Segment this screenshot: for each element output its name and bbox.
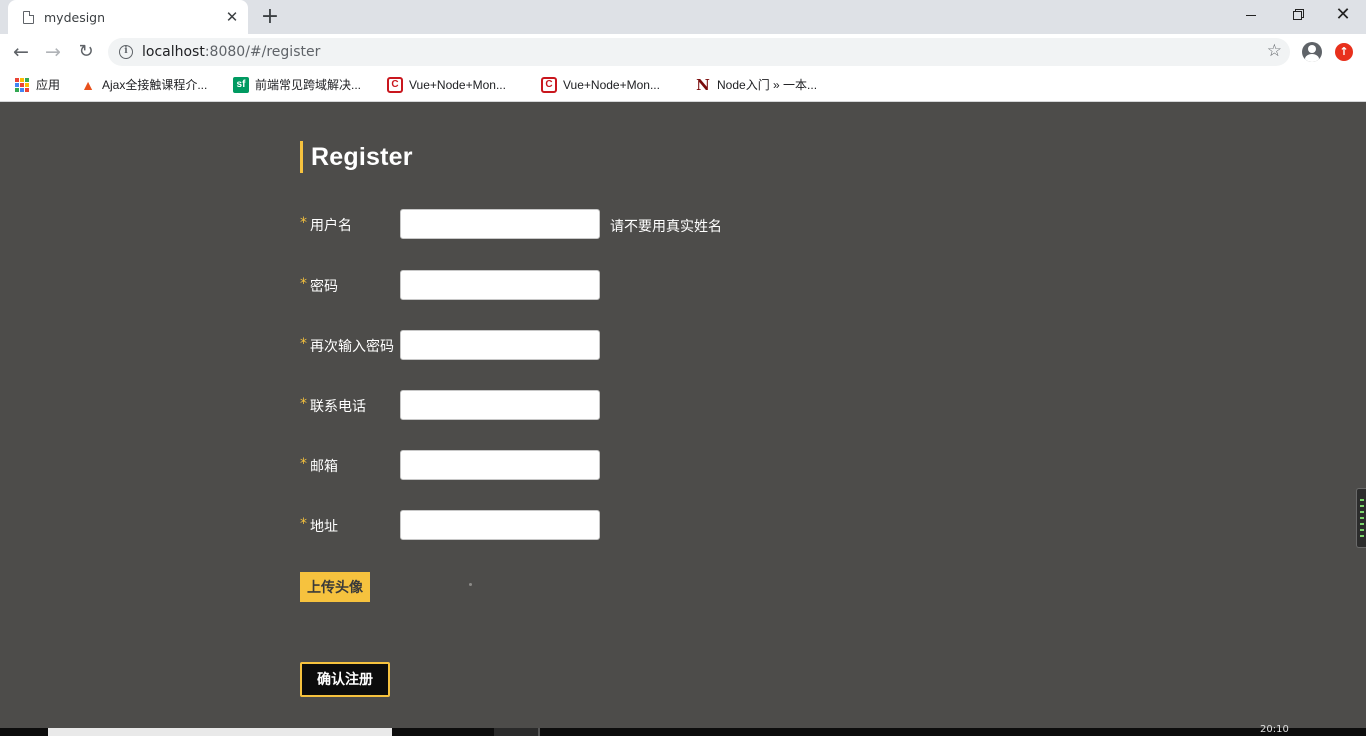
upload-avatar-button[interactable]: 上传头像	[300, 572, 370, 602]
site-info-icon[interactable]: i	[119, 45, 133, 59]
restore-icon	[1292, 10, 1302, 20]
required-mark: *	[300, 276, 307, 292]
bookmark-apps[interactable]: 应用	[14, 77, 74, 95]
url-text[interactable]: localhost:8080/#/register	[142, 44, 320, 60]
required-mark: *	[300, 516, 307, 532]
tab-title: mydesign	[44, 10, 106, 25]
taskbar-app-item[interactable]	[494, 728, 538, 736]
username-input[interactable]	[400, 209, 600, 239]
extension-upload-icon[interactable]: ↑	[1335, 43, 1353, 61]
email-input[interactable]	[400, 450, 600, 480]
os-taskbar: 20:10	[0, 724, 1366, 736]
username-label: 用户名	[310, 218, 352, 234]
confirm-register-button[interactable]: 确认注册	[300, 662, 390, 697]
bookmark-label: 前端常见跨域解决...	[255, 78, 362, 92]
sf-icon: sf	[233, 77, 249, 93]
phone-label: 联系电话	[310, 399, 366, 415]
required-mark: *	[300, 396, 307, 412]
password-input[interactable]	[400, 270, 600, 300]
avatar-preview-placeholder	[469, 583, 472, 586]
csdn-icon: C	[541, 77, 557, 93]
confirm-password-input[interactable]	[400, 330, 600, 360]
bookmark-label: Vue+Node+Mon...	[563, 78, 660, 92]
email-label: 邮箱	[310, 459, 338, 475]
bookmark-label: Node入门 » 一本...	[717, 78, 818, 92]
bookmark-label: 应用	[36, 78, 61, 92]
reload-icon[interactable]: ↻	[74, 40, 98, 64]
url-path: :8080/#/register	[204, 44, 321, 60]
window-close-button[interactable]: ✕	[1320, 0, 1366, 30]
minimize-icon	[1246, 14, 1256, 16]
phone-input[interactable]	[400, 390, 600, 420]
browser-tab-bar: mydesign ✕ + ✕	[0, 0, 1366, 34]
username-hint: 请不要用真实姓名	[610, 219, 722, 235]
taskbar-clock[interactable]: 20:10	[1260, 724, 1289, 735]
csdn-icon: C	[387, 77, 403, 93]
new-tab-button[interactable]: +	[258, 5, 282, 29]
register-page: Register * 用户名 请不要用真实姓名 * 密码 * 再次输入密码 * …	[0, 103, 1366, 728]
required-mark: *	[300, 456, 307, 472]
url-host: localhost	[142, 44, 205, 60]
back-arrow-icon[interactable]: ←	[9, 40, 33, 64]
page-title: Register	[300, 141, 413, 173]
bookmark-label: Ajax全接触课程介...	[102, 78, 208, 92]
browser-toolbar: ← → ↻ i localhost:8080/#/register ☆ ↑	[0, 34, 1366, 70]
tab-close-icon[interactable]: ✕	[222, 7, 242, 27]
address-input[interactable]	[400, 510, 600, 540]
bookmark-vue-node-2[interactable]: C Vue+Node+Mon...	[541, 77, 681, 95]
bookmark-label: Vue+Node+Mon...	[409, 78, 506, 92]
bookmark-cross-domain[interactable]: sf 前端常见跨域解决...	[233, 77, 373, 95]
browser-tab[interactable]: mydesign ✕	[8, 0, 248, 34]
profile-avatar-icon[interactable]	[1302, 42, 1322, 62]
taskbar-search-box[interactable]	[48, 728, 392, 736]
taskbar-divider	[538, 728, 540, 736]
confirm-password-label: 再次输入密码	[310, 339, 394, 355]
password-label: 密码	[310, 279, 338, 295]
window-restore-button[interactable]	[1274, 0, 1320, 30]
page-document-icon	[23, 11, 34, 24]
address-bar[interactable]: i localhost:8080/#/register ☆	[108, 38, 1290, 66]
required-mark: *	[300, 215, 307, 231]
bookmark-ajax[interactable]: ▲ Ajax全接触课程介...	[80, 77, 220, 95]
bookmark-star-icon[interactable]: ☆	[1267, 41, 1282, 61]
node-n-icon: N	[696, 76, 710, 94]
bookmark-node-intro[interactable]: N Node入门 » 一本...	[695, 77, 835, 95]
fire-icon: ▲	[81, 77, 95, 93]
bookmarks-bar: 应用 ▲ Ajax全接触课程介... sf 前端常见跨域解决... C Vue+…	[0, 70, 1366, 102]
required-mark: *	[300, 336, 307, 352]
side-volume-widget[interactable]	[1356, 488, 1366, 548]
apps-grid-icon	[14, 77, 30, 93]
forward-arrow-icon[interactable]: →	[41, 40, 65, 64]
address-label: 地址	[310, 519, 338, 535]
bookmark-vue-node-1[interactable]: C Vue+Node+Mon...	[387, 77, 527, 95]
window-minimize-button[interactable]	[1228, 0, 1274, 30]
